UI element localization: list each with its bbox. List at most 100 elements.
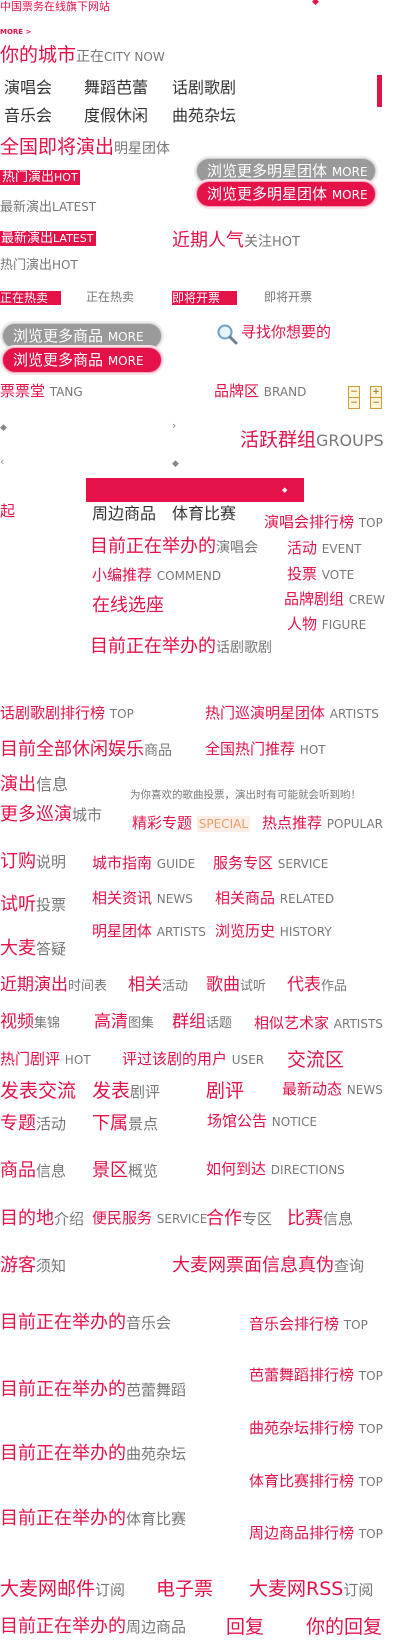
rss-subscribe[interactable]: 大麦网RSS订阅 bbox=[249, 1580, 373, 1599]
ballet-rank[interactable]: 芭蕾舞蹈排行榜 TOP bbox=[249, 1368, 383, 1383]
exchange-zone[interactable]: 交流区 bbox=[287, 1051, 344, 1070]
related-activity[interactable]: 相关活动 bbox=[128, 977, 188, 994]
browse-more-artists-button-active[interactable]: 浏览更多明星团体 MORE bbox=[196, 181, 376, 207]
editor-pick[interactable]: 小编推荐 COMMEND bbox=[92, 568, 221, 583]
sports-rank[interactable]: 体育比赛排行榜 TOP bbox=[249, 1474, 383, 1489]
song-listen[interactable]: 歌曲试听 bbox=[206, 977, 266, 994]
opening-tab-active[interactable]: 即将开票 bbox=[172, 291, 237, 305]
sub-scenic[interactable]: 下属景点 bbox=[92, 1115, 158, 1133]
drama-rank[interactable]: 话剧歌剧排行榜 TOP bbox=[0, 706, 134, 721]
directions[interactable]: 如何到达 DIRECTIONS bbox=[206, 1162, 345, 1177]
genre-item[interactable]: 度假休闲 bbox=[84, 108, 148, 124]
post-review[interactable]: 发表剧评 bbox=[92, 1082, 160, 1101]
match-info[interactable]: 比赛信息 bbox=[287, 1210, 353, 1228]
tourist-notice[interactable]: 游客须知 bbox=[0, 1257, 66, 1275]
goods-info[interactable]: 商品信息 bbox=[0, 1162, 66, 1180]
minus-icon[interactable]: − bbox=[348, 397, 360, 409]
holding-quyuan[interactable]: 目前正在举办的曲苑杂坛 bbox=[0, 1445, 186, 1463]
brand-crew-link[interactable]: 品牌剧组 CREW bbox=[284, 592, 385, 607]
ticket-verify[interactable]: 大麦网票面信息真伪查询 bbox=[172, 1257, 364, 1275]
related-goods[interactable]: 相关商品 RELATED bbox=[215, 891, 334, 906]
seat-select-link[interactable]: 在线选座 bbox=[92, 597, 164, 615]
show-info[interactable]: 演出信息 bbox=[0, 776, 68, 794]
eticket-link[interactable]: 电子票 bbox=[156, 1580, 213, 1599]
gallery[interactable]: 高清图集 bbox=[94, 1014, 154, 1031]
latest-show-tab[interactable]: 最新演出LATEST bbox=[0, 201, 96, 214]
bullet-icon: ◆ bbox=[0, 423, 7, 433]
holding-drama[interactable]: 目前正在举办的话剧歌剧 bbox=[90, 638, 272, 656]
venue-notice[interactable]: 场馆公告 NOTICE bbox=[207, 1114, 317, 1129]
your-reply-link[interactable]: 你的回复 bbox=[306, 1618, 382, 1637]
reviewed-users[interactable]: 评过该剧的用户 USER bbox=[122, 1052, 264, 1067]
selling-tab-active[interactable]: 正在热卖 bbox=[0, 291, 61, 305]
video[interactable]: 视频集锦 bbox=[0, 1014, 60, 1031]
genre-item[interactable]: 音乐会 bbox=[4, 108, 52, 124]
popular-pick[interactable]: 热点推荐 POPULAR bbox=[262, 816, 383, 831]
genre-item[interactable]: 舞蹈芭蕾 bbox=[84, 80, 148, 96]
holding-concert[interactable]: 目前正在举办的演唱会 bbox=[90, 538, 258, 556]
faq[interactable]: 大麦答疑 bbox=[0, 940, 66, 958]
holding-goods[interactable]: 目前正在举办的周边商品 bbox=[0, 1618, 186, 1636]
mail-subscribe[interactable]: 大麦网邮件订阅 bbox=[0, 1580, 125, 1599]
latest-news[interactable]: 最新动态 NEWS bbox=[282, 1082, 383, 1097]
schedule[interactable]: 近期演出时间表 bbox=[0, 977, 107, 994]
genre-item[interactable]: 演唱会 bbox=[4, 80, 52, 96]
artists-link[interactable]: 明星团体 ARTISTS bbox=[92, 924, 206, 939]
group-topic[interactable]: 群组话题 bbox=[172, 1014, 232, 1031]
holding-prefix: 目前正在举办的 bbox=[0, 1379, 126, 1400]
convenient-service[interactable]: 便民服务 SERVICE bbox=[92, 1211, 207, 1226]
goods-rank[interactable]: 周边商品排行榜 TOP bbox=[249, 1526, 383, 1541]
genre-item[interactable]: 话剧歌剧 bbox=[172, 80, 236, 96]
plus-icon[interactable]: − bbox=[370, 397, 382, 409]
sports-tab[interactable]: 体育比赛 bbox=[172, 506, 236, 522]
side-tab[interactable] bbox=[377, 75, 382, 107]
figure-link[interactable]: 人物 FIGURE bbox=[287, 617, 366, 632]
holding-prefix: 目前正在举办的 bbox=[0, 1312, 126, 1333]
vote-link[interactable]: 投票 VOTE bbox=[287, 567, 354, 582]
opening-tab[interactable]: 即将开票 bbox=[264, 291, 312, 303]
destination[interactable]: 目的地介绍 bbox=[0, 1210, 84, 1228]
cooperation[interactable]: 合作专区 bbox=[206, 1210, 272, 1228]
special-topic[interactable]: 精彩专题 SPECIAL bbox=[132, 816, 251, 832]
works[interactable]: 代表作品 bbox=[287, 977, 347, 994]
related-news[interactable]: 相关资讯 NEWS bbox=[92, 891, 193, 906]
browse-more-goods-button[interactable]: 浏览更多商品 MORE bbox=[2, 323, 162, 349]
music-rank[interactable]: 音乐会排行榜 TOP bbox=[249, 1317, 368, 1332]
selling-tab[interactable]: 正在热卖 bbox=[86, 291, 134, 303]
scenic-overview[interactable]: 景区概览 bbox=[92, 1162, 158, 1180]
arrow-right-icon[interactable]: › bbox=[172, 420, 176, 431]
arrow-left-icon[interactable]: ‹ bbox=[0, 456, 4, 467]
holding-ballet[interactable]: 目前正在举办的芭蕾舞蹈 bbox=[0, 1381, 186, 1399]
tour-artists[interactable]: 热门巡演明星团体 ARTISTS bbox=[205, 706, 379, 721]
hot-show-tab-active[interactable]: 热门演出HOT bbox=[0, 170, 80, 185]
search-link[interactable]: 寻找你想要的 bbox=[216, 323, 331, 348]
quyuan-rank[interactable]: 曲苑杂坛排行榜 TOP bbox=[249, 1421, 383, 1436]
national-hot[interactable]: 全国热门推荐 HOT bbox=[205, 742, 326, 757]
service-zone[interactable]: 服务专区 SERVICE bbox=[213, 856, 328, 871]
order-info[interactable]: 订购说明 bbox=[0, 853, 66, 871]
faq-g: 答疑 bbox=[36, 940, 67, 958]
hot-review[interactable]: 热门剧评 HOT bbox=[0, 1052, 91, 1067]
concert-rank[interactable]: 演唱会排行榜 TOP bbox=[264, 515, 383, 530]
mail-r: 大麦网邮件 bbox=[0, 1578, 96, 1600]
browse-more-goods-button-active[interactable]: 浏览更多商品 MORE bbox=[2, 347, 162, 373]
artists-label: 明星团体 bbox=[92, 922, 153, 940]
activity-link[interactable]: 活动 EVENT bbox=[287, 541, 361, 556]
listen-vote[interactable]: 试听投票 bbox=[0, 896, 66, 914]
holding-sports[interactable]: 目前正在举办的体育比赛 bbox=[0, 1510, 186, 1528]
review-link[interactable]: 剧评 bbox=[206, 1082, 244, 1101]
post-exchange[interactable]: 发表交流 bbox=[0, 1082, 76, 1101]
city-guide[interactable]: 城市指南 GUIDE bbox=[92, 856, 195, 871]
more-tour[interactable]: 更多巡演城市 bbox=[0, 806, 102, 824]
all-leisure[interactable]: 目前全部休闲娱乐商品 bbox=[0, 741, 172, 759]
special-activity[interactable]: 专题活动 bbox=[0, 1115, 66, 1133]
reply-link[interactable]: 回复 bbox=[226, 1618, 264, 1637]
holding-music[interactable]: 目前正在举办的音乐会 bbox=[0, 1314, 171, 1332]
peripheral-tab[interactable]: 周边商品 bbox=[92, 506, 156, 522]
latest-show-tab-active[interactable]: 最新演出LATEST bbox=[0, 231, 97, 246]
similar-artists[interactable]: 相似艺术家 ARTISTS bbox=[254, 1016, 383, 1031]
browse-history[interactable]: 浏览历史 HISTORY bbox=[215, 924, 332, 939]
more-link[interactable]: MORE > bbox=[0, 29, 31, 36]
hot-show-tab[interactable]: 热门演出HOT bbox=[0, 259, 78, 272]
genre-item[interactable]: 曲苑杂坛 bbox=[172, 108, 236, 124]
